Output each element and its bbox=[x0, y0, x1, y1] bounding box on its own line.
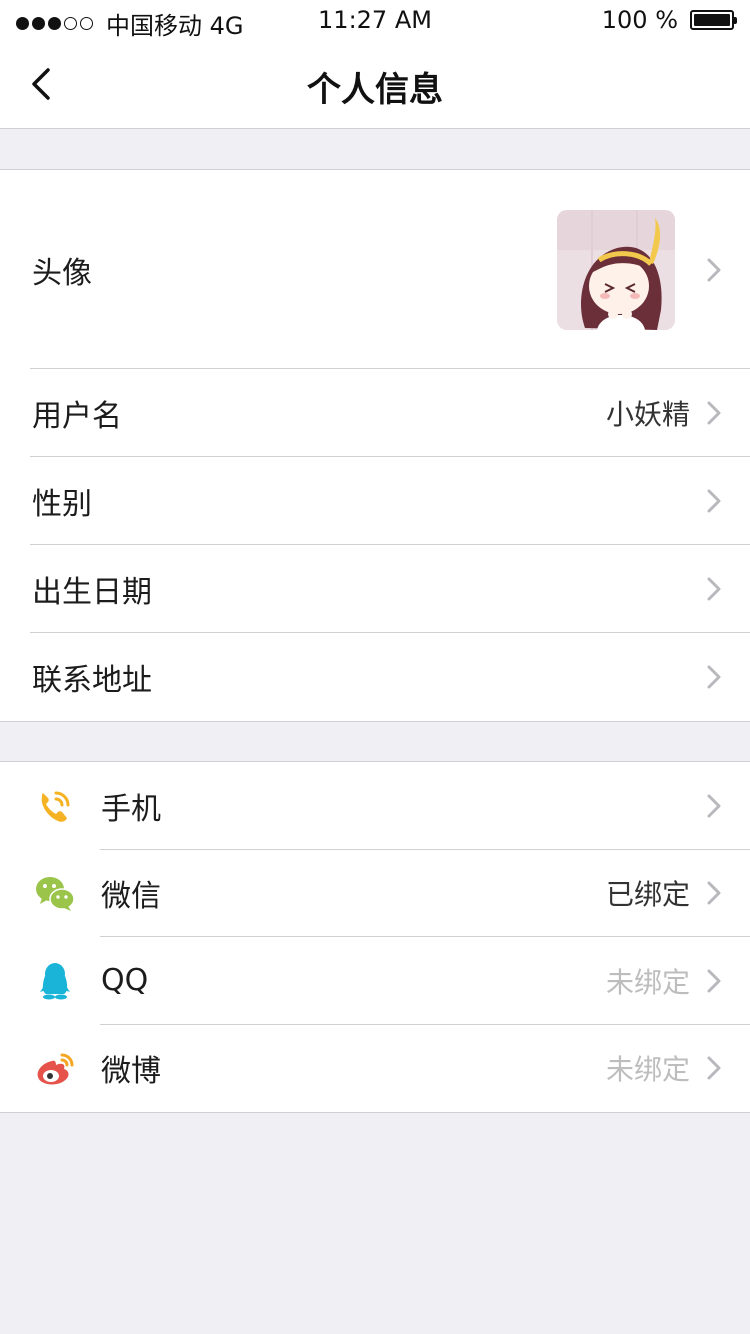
battery-percent: 100 % bbox=[601, 6, 678, 34]
avatar-row[interactable]: 头像 bbox=[0, 170, 750, 369]
navigation-bar: 个人信息 bbox=[0, 40, 750, 129]
weibo-status: 未绑定 bbox=[605, 1053, 690, 1087]
address-row[interactable]: 联系地址 bbox=[0, 633, 750, 721]
username-value: 小妖精 bbox=[605, 398, 690, 431]
username-label: 用户名 bbox=[32, 399, 122, 434]
qq-binding-row[interactable]: QQ 未绑定 bbox=[0, 937, 750, 1025]
weibo-binding-row[interactable]: 微博 未绑定 bbox=[0, 1025, 750, 1113]
qq-label: QQ bbox=[101, 963, 149, 999]
chevron-right-icon bbox=[707, 969, 721, 993]
chevron-right-icon bbox=[707, 794, 721, 818]
chevron-right-icon bbox=[707, 665, 721, 689]
username-row[interactable]: 用户名 小妖精 bbox=[0, 369, 750, 457]
birthday-label: 出生日期 bbox=[32, 575, 152, 610]
gender-label: 性别 bbox=[32, 487, 92, 522]
avatar[interactable] bbox=[557, 210, 675, 330]
qq-status: 未绑定 bbox=[605, 965, 690, 999]
wechat-status: 已绑定 bbox=[605, 878, 690, 912]
phone-icon bbox=[41, 791, 70, 822]
chevron-right-icon bbox=[707, 881, 721, 905]
wechat-binding-row[interactable]: 微信 已绑定 bbox=[0, 850, 750, 937]
avatar-label: 头像 bbox=[32, 255, 92, 291]
weibo-icon bbox=[37, 1053, 74, 1085]
battery-area: 100 % bbox=[601, 6, 737, 34]
qq-icon bbox=[40, 962, 70, 1000]
birthday-row[interactable]: 出生日期 bbox=[0, 545, 750, 633]
phone-binding-row[interactable]: 手机 bbox=[0, 762, 750, 850]
chevron-right-icon bbox=[707, 401, 721, 425]
page-title: 个人信息 bbox=[307, 70, 443, 110]
gender-row[interactable]: 性别 bbox=[0, 457, 750, 545]
weibo-label: 微博 bbox=[101, 1054, 161, 1090]
battery-icon bbox=[690, 10, 737, 30]
chevron-right-icon bbox=[707, 577, 721, 601]
avatar-image bbox=[557, 210, 675, 330]
chevron-right-icon bbox=[707, 489, 721, 513]
status-bar: 中国移动 4G 11:27 AM 100 % bbox=[0, 0, 750, 40]
wechat-icon bbox=[36, 877, 75, 912]
account-binding-section: 手机 微信 已绑定 QQ 未绑定 微博 未绑定 bbox=[0, 761, 750, 1113]
chevron-right-icon bbox=[707, 1056, 721, 1080]
wechat-label: 微信 bbox=[101, 879, 161, 915]
profile-section: 头像 用户名 小妖精 性别 出生日期 联系地址 bbox=[0, 169, 750, 722]
address-label: 联系地址 bbox=[32, 663, 152, 698]
chevron-right-icon bbox=[707, 258, 721, 281]
phone-label: 手机 bbox=[101, 791, 161, 827]
